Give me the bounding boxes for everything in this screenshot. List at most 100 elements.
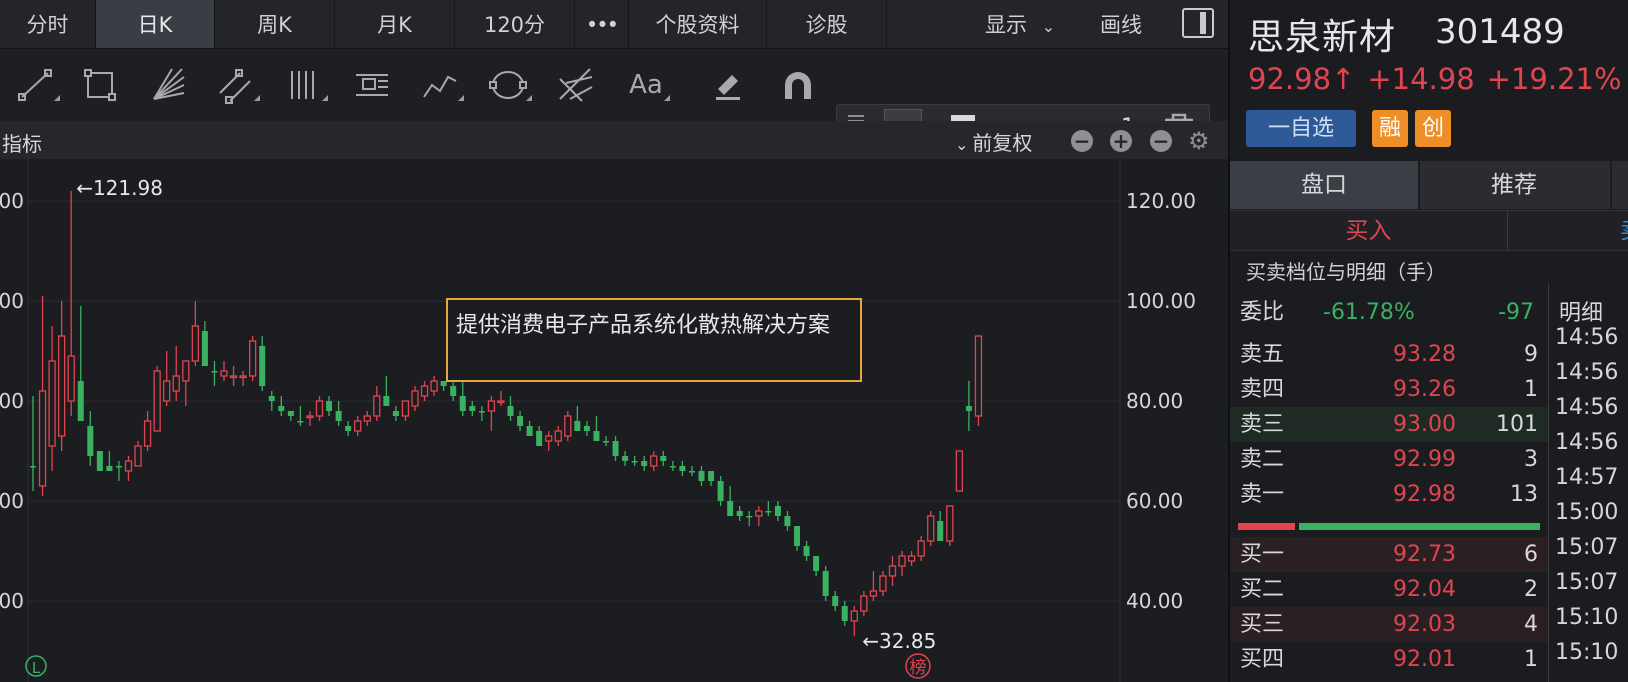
candle-body[interactable] (708, 471, 715, 481)
candle-body[interactable] (937, 521, 944, 541)
candle-body[interactable] (383, 396, 390, 406)
zoom-in-icon[interactable]: + (1110, 130, 1132, 152)
buy-level-3[interactable]: 买三 92.03 4 (1230, 607, 1548, 642)
ranking-badge[interactable]: 榜 (905, 653, 931, 679)
candle-body[interactable] (698, 471, 705, 481)
candle-body[interactable] (420, 385, 429, 397)
candle-body[interactable] (67, 355, 75, 402)
candle-body[interactable] (469, 406, 476, 411)
toggle-side-panel-icon[interactable] (1182, 8, 1214, 38)
candle-body[interactable] (974, 335, 983, 417)
bottom-left-badge[interactable]: L (25, 655, 47, 677)
candle-body[interactable] (163, 380, 171, 402)
candle-body[interactable] (850, 610, 858, 622)
price-adjust-dropdown[interactable]: ⌄ 前复权 (955, 127, 1032, 156)
tick-detail-column[interactable]: 明细 14:56 14:56 14:56 14:56 14:57 15:00 1… (1548, 283, 1628, 682)
candle-body[interactable] (669, 466, 676, 468)
candle-body[interactable] (430, 380, 438, 392)
candle-body[interactable] (278, 406, 285, 411)
buy-level-2[interactable]: 买二 92.04 2 (1230, 572, 1548, 607)
kline-chart[interactable]: 120.00 100.00 80.00 60.00 40.00 .00 00 00 .00 00… (0, 159, 1228, 682)
candle-body[interactable] (392, 411, 399, 416)
tab-orderbook[interactable]: 盘口 (1230, 161, 1418, 209)
candle-body[interactable] (326, 401, 333, 411)
candle-body[interactable] (803, 546, 810, 556)
candle-body[interactable] (641, 461, 648, 466)
candle-body[interactable] (411, 390, 419, 407)
candle-body[interactable] (77, 381, 84, 421)
candle-body[interactable] (545, 435, 553, 442)
annotation-textbox[interactable]: 提供消费电子产品系统化散热解决方案 (446, 298, 862, 382)
candle-body[interactable] (860, 595, 868, 612)
eraser-icon[interactable] (706, 63, 750, 107)
candle-body[interactable] (38, 390, 47, 487)
pitchfork-icon[interactable] (554, 63, 598, 107)
candle-body[interactable] (879, 575, 887, 592)
candle-body[interactable] (450, 386, 457, 396)
candle-body[interactable] (373, 395, 381, 417)
candle-body[interactable] (229, 375, 238, 379)
candle-body[interactable] (507, 406, 514, 416)
candle-body[interactable] (593, 431, 600, 441)
candle-body[interactable] (755, 510, 763, 517)
vertical-lines-icon[interactable] (282, 63, 328, 107)
candle-body[interactable] (841, 606, 848, 621)
tab-monthly-k[interactable]: 月K (335, 0, 455, 48)
candle-body[interactable] (134, 445, 142, 467)
candle-body[interactable] (459, 396, 466, 411)
add-watchlist-button[interactable]: 一自选 (1246, 110, 1356, 147)
buy-tab[interactable]: 买入 (1230, 211, 1508, 250)
tab-recommend[interactable]: 推荐 (1420, 161, 1608, 209)
candle-body[interactable] (660, 456, 667, 461)
display-dropdown[interactable]: 显示 ⌄ (985, 0, 1055, 48)
sell-level-5[interactable]: 卖五 93.28 9 (1230, 337, 1548, 372)
candle-body[interactable] (727, 501, 734, 516)
gem-tag[interactable]: 创 (1415, 110, 1451, 147)
candle-body[interactable] (650, 455, 658, 467)
tab-diagnosis[interactable]: 诊股 (767, 0, 887, 48)
candle-body[interactable] (907, 555, 916, 562)
candle-body[interactable] (354, 420, 362, 432)
sell-level-1[interactable]: 卖一 92.98 13 (1230, 477, 1548, 512)
candle-body[interactable] (191, 325, 200, 362)
candle-body[interactable] (965, 406, 972, 411)
candle-body[interactable] (153, 370, 161, 432)
candle-body[interactable] (794, 526, 800, 546)
candle-body[interactable] (898, 555, 906, 567)
candle-body[interactable] (143, 420, 152, 447)
candle-body[interactable] (30, 466, 36, 468)
candle-body[interactable] (306, 415, 314, 419)
buy-level-1[interactable]: 买一 92.73 6 (1230, 537, 1548, 572)
collapse-icon[interactable]: − (1150, 130, 1172, 152)
candle-body[interactable] (401, 400, 410, 417)
candle-body[interactable] (220, 370, 228, 377)
text-tool-icon[interactable]: Aa (624, 63, 670, 107)
candle-body[interactable] (946, 505, 954, 542)
candle-body[interactable] (717, 481, 724, 501)
candle-body[interactable] (765, 511, 772, 513)
candle-body[interactable] (603, 441, 609, 443)
candle-body[interactable] (478, 411, 485, 413)
candle-body[interactable] (736, 511, 743, 516)
tab-intraday[interactable]: 分时 (0, 0, 96, 48)
ellipse-icon[interactable] (486, 63, 532, 107)
candle-body[interactable] (497, 400, 505, 404)
candle-body[interactable] (746, 516, 753, 518)
candle-body[interactable] (172, 375, 180, 392)
candle-body[interactable] (526, 426, 533, 436)
candle-body[interactable] (917, 540, 925, 557)
indicator-label[interactable]: 指标 (2, 128, 42, 157)
line-segment-icon[interactable] (14, 63, 60, 107)
candle-body[interactable] (345, 426, 352, 431)
margin-tag[interactable]: 融 (1372, 110, 1408, 147)
tab-stock-profile[interactable]: 个股资料 (629, 0, 767, 48)
candle-body[interactable] (688, 471, 695, 473)
candle-body[interactable] (363, 415, 371, 422)
candle-body[interactable] (248, 340, 257, 377)
candle-body[interactable] (774, 506, 781, 516)
candle-body[interactable] (124, 460, 133, 472)
candle-body[interactable] (612, 441, 619, 456)
fan-icon[interactable] (146, 63, 190, 107)
candle-body[interactable] (58, 335, 66, 437)
candle-body[interactable] (679, 466, 686, 471)
